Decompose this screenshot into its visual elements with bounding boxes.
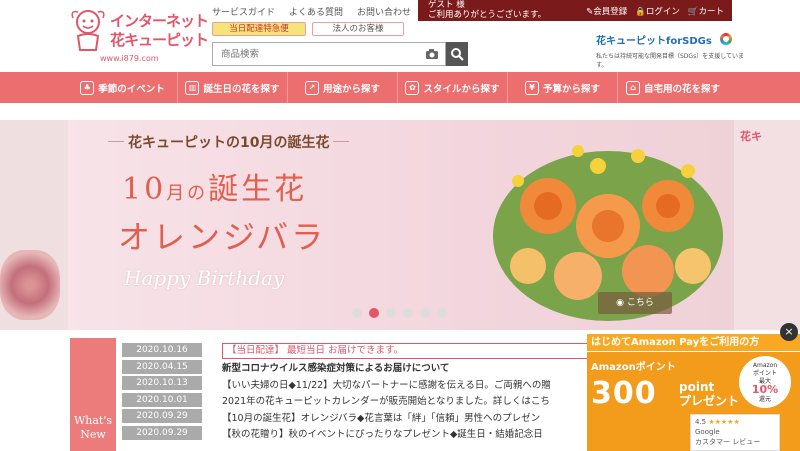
nav-home-flowers[interactable]: ⌂ 自宅用の花を探す bbox=[618, 72, 728, 103]
amazon-promo-header: はじめてAmazon Payをご利用の方 bbox=[587, 334, 800, 352]
whats-new-label: What's New bbox=[70, 338, 116, 451]
signpost-icon: ↗ bbox=[304, 80, 319, 95]
carousel-dot[interactable] bbox=[437, 308, 447, 318]
main-nav: ♣ 季節のイベント ▥ 誕生日の花を探す ↗ 用途から探す ✿ スタイルから探す ¥ 予算… bbox=[0, 72, 800, 103]
carousel-dot[interactable] bbox=[386, 308, 396, 318]
nav-birthday-flowers[interactable]: ▥ 誕生日の花を探す bbox=[178, 72, 288, 103]
amazon-10-percent-badge: Amazon ポイント 最大 10% 還元 bbox=[739, 356, 791, 408]
gift-icon: ♣ bbox=[80, 80, 95, 95]
news-item[interactable]: 【秋の花贈り】秋のイベントにぴったりなプレゼント◆誕生日・結婚記念日 bbox=[222, 426, 588, 443]
top-links: サービスガイド よくある質問 お問い合わせ bbox=[212, 5, 411, 18]
nav-by-budget[interactable]: ¥ 予算から探す bbox=[508, 72, 618, 103]
news-item[interactable]: 【10月の誕生花】オレンジバラ◆花言葉は「絆」「信頼」男性へのプレゼン bbox=[222, 410, 588, 427]
nav-seasonal-events[interactable]: ♣ 季節のイベント bbox=[68, 72, 178, 103]
carousel-dot-active[interactable] bbox=[369, 308, 379, 318]
logo-url: www.i879.com bbox=[100, 54, 159, 63]
news-dates: 2020.10.16 2020.04.15 2020.10.13 2020.10… bbox=[122, 343, 202, 442]
carousel-dot[interactable] bbox=[352, 308, 362, 318]
carousel-dot[interactable] bbox=[403, 308, 413, 318]
carousel-dot[interactable] bbox=[420, 308, 430, 318]
cupid-mascot-icon bbox=[71, 10, 105, 51]
search-icon bbox=[451, 48, 464, 61]
sdgs-banner[interactable]: 花キューピットforSDGs 私たちは持続可能な開発目標（SDGs）を支援してい… bbox=[596, 32, 746, 69]
news-item[interactable]: 2021年の花キューピットカレンダーが販売開始となりました。詳しくはこち bbox=[222, 393, 588, 410]
hero-slide[interactable]: 花キューピットの10月の誕生花 10月の誕生花 オレンジバラ Happy Bir… bbox=[68, 120, 734, 330]
amazon-point-label: Amazonポイント bbox=[591, 362, 676, 373]
search-box bbox=[212, 42, 446, 66]
next-slide-preview[interactable]: 花キ bbox=[734, 120, 800, 330]
member-register-link[interactable]: ✎会員登録 bbox=[586, 5, 627, 17]
cake-icon: ▥ bbox=[185, 80, 200, 95]
amazon-point-unit: point プレゼント bbox=[679, 380, 740, 408]
news-list: 【当日配達】 最短当日 お届けできます。 新型コロナウイルス感染症対策によるお届… bbox=[222, 343, 588, 443]
news-date: 2020.09.29 bbox=[122, 425, 202, 440]
hero-carousel: 花キューピットの10月の誕生花 10月の誕生花 オレンジバラ Happy Bir… bbox=[0, 120, 800, 330]
star-rating-icon: ★★★★★ bbox=[708, 418, 740, 426]
review-text: カスタマー レビュー bbox=[695, 438, 761, 446]
login-link[interactable]: 🔒ログイン bbox=[635, 5, 680, 17]
site-header: インターネット 花キューピット www.i879.com サービスガイド よくあ… bbox=[0, 0, 800, 72]
cart-link[interactable]: 🛒カート bbox=[688, 5, 724, 17]
search-input[interactable] bbox=[213, 43, 413, 65]
nav-by-purpose[interactable]: ↗ 用途から探す bbox=[288, 72, 398, 103]
banner-script: Happy Birthday bbox=[124, 266, 285, 290]
google-review-badge[interactable]: 4.5 ★★★★★ Google カスタマー レビュー bbox=[690, 414, 780, 451]
banner-title: 10月の誕生花 bbox=[122, 172, 308, 207]
news-item[interactable]: 新型コロナウイルス感染症対策によるお届けについて bbox=[222, 360, 588, 377]
news-item[interactable]: 【いい夫婦の日◆11/22】大切なパートナーに感謝を伝える日。ご両親への贈 bbox=[222, 377, 588, 394]
next-slide-text: 花キ bbox=[740, 130, 762, 143]
logo-line1: インターネット bbox=[110, 12, 209, 30]
news-date: 2020.10.16 bbox=[122, 343, 202, 357]
logo-line2: 花キューピット bbox=[110, 31, 209, 49]
guest-greeting: ゲスト 様 ご利用ありがとうございます。 bbox=[428, 0, 546, 20]
carousel-dots bbox=[352, 308, 447, 318]
news-date: 2020.09.29 bbox=[122, 409, 202, 423]
camera-icon[interactable] bbox=[425, 48, 439, 60]
link-service-guide[interactable]: サービスガイド bbox=[212, 5, 275, 18]
home-icon: ⌂ bbox=[625, 80, 640, 95]
guest-thanks: ご利用ありがとうございます。 bbox=[428, 9, 547, 20]
user-bar: ゲスト 様 ご利用ありがとうございます。 ✎会員登録 🔒ログイン 🛒カート bbox=[418, 0, 732, 21]
close-promo-button[interactable]: × bbox=[780, 323, 798, 341]
review-rating: 4.5 bbox=[695, 418, 707, 426]
wallet-icon: ¥ bbox=[524, 80, 539, 95]
banner-title-flower: オレンジバラ bbox=[118, 218, 327, 256]
account-links: ✎会員登録 🔒ログイン 🛒カート bbox=[586, 5, 724, 17]
news-item-same-day[interactable]: 【当日配達】 最短当日 お届けできます。 bbox=[222, 343, 588, 359]
search-button[interactable] bbox=[446, 42, 468, 66]
bouquet-image bbox=[0, 250, 60, 320]
news-date: 2020.04.15 bbox=[122, 359, 202, 374]
amazon-points-value: 300 bbox=[591, 376, 657, 411]
link-contact[interactable]: お問い合わせ bbox=[357, 5, 411, 18]
sdgs-wheel-icon bbox=[720, 33, 732, 45]
news-date: 2020.10.13 bbox=[122, 376, 202, 390]
nav-by-style[interactable]: ✿ スタイルから探す bbox=[398, 72, 508, 103]
corporate-button[interactable]: 法人のお客様 bbox=[312, 22, 404, 36]
flowerpot-icon: ✿ bbox=[405, 80, 420, 95]
prev-slide-preview[interactable] bbox=[0, 120, 68, 330]
site-logo[interactable]: インターネット 花キューピット www.i879.com bbox=[70, 4, 210, 68]
link-faq[interactable]: よくある質問 bbox=[289, 5, 343, 18]
google-brand: Google bbox=[695, 428, 720, 436]
banner-more-button[interactable]: ◉ こちら bbox=[598, 292, 672, 314]
news-date: 2020.10.01 bbox=[122, 392, 202, 407]
same-day-delivery-button[interactable]: 当日配達特急便 bbox=[212, 22, 306, 36]
banner-subtitle: 花キューピットの10月の誕生花 bbox=[107, 132, 351, 152]
sdgs-subtitle: 私たちは持続可能な開発目標（SDGs）を支援しています。 bbox=[596, 53, 745, 69]
